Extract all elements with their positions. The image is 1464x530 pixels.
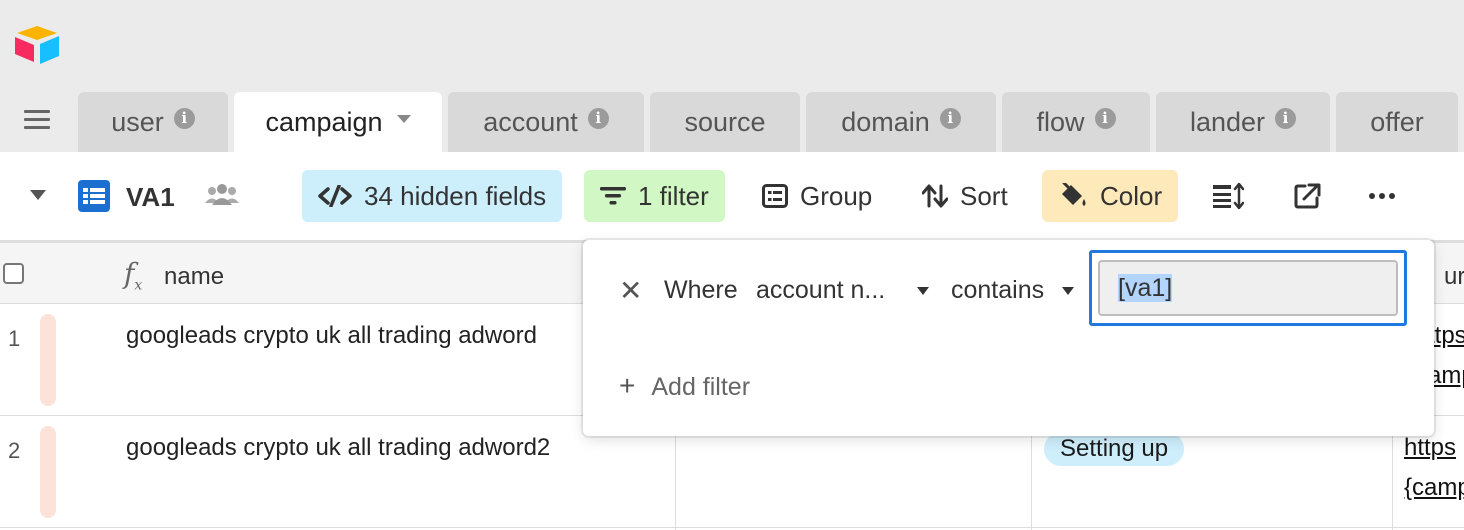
plus-icon: + — [619, 370, 636, 401]
group-label: Group — [800, 180, 873, 211]
hide-fields-icon — [318, 185, 352, 207]
view-name[interactable]: VA1 — [126, 182, 175, 213]
share-icon — [1294, 183, 1321, 209]
more-button[interactable] — [1352, 170, 1424, 222]
add-filter-button[interactable]: + Add filter — [619, 370, 750, 402]
grid-view-icon — [78, 180, 110, 212]
column-header-url[interactable]: ur — [1444, 263, 1464, 291]
filter-button[interactable]: 1 filter — [584, 170, 725, 222]
filter-label: 1 filter — [638, 180, 709, 211]
group-icon — [762, 184, 788, 208]
tab-user[interactable]: user i — [78, 92, 228, 152]
tab-source[interactable]: source — [650, 92, 800, 152]
row-height-icon — [1213, 183, 1244, 209]
column-header-name[interactable]: name — [164, 263, 224, 291]
group-button[interactable]: Group — [746, 170, 888, 222]
chevron-down-icon[interactable] — [30, 190, 46, 200]
people-icon[interactable] — [204, 183, 240, 207]
tab-label: account — [483, 106, 578, 137]
chevron-down-icon[interactable] — [396, 115, 411, 123]
hidden-fields-label: 34 hidden fields — [364, 180, 547, 211]
menu-icon[interactable] — [24, 110, 50, 132]
more-icon — [1369, 193, 1395, 199]
tab-campaign[interactable]: campaign — [234, 92, 442, 152]
row-color-bar — [40, 314, 56, 406]
filter-value-text: [va1] — [1118, 274, 1173, 302]
paint-bucket-icon — [1062, 183, 1086, 206]
color-button[interactable]: Color — [1042, 170, 1179, 222]
cell-url[interactable]: {camp — [1404, 474, 1464, 502]
cell-url[interactable]: https — [1404, 434, 1464, 462]
filter-value-focus-ring: [va1] — [1089, 250, 1407, 326]
cell-name[interactable]: googleads crypto uk all trading adword — [126, 322, 537, 350]
remove-filter-icon[interactable]: ✕ — [619, 274, 642, 307]
tab-domain[interactable]: domain i — [806, 92, 996, 152]
tab-label: source — [684, 106, 766, 137]
filter-where-label: Where — [664, 276, 738, 304]
sort-icon — [922, 184, 948, 208]
info-icon[interactable]: i — [173, 107, 195, 129]
add-filter-label: Add filter — [651, 373, 751, 401]
filter-operator-select[interactable]: contains — [951, 276, 1044, 305]
cell-name[interactable]: googleads crypto uk all trading adword2 — [126, 434, 550, 462]
filter-field-select[interactable]: account n... — [756, 276, 885, 305]
row-number: 1 — [8, 326, 21, 351]
tab-account[interactable]: account i — [448, 92, 644, 152]
filter-icon — [600, 187, 626, 205]
tab-flow[interactable]: flow i — [1002, 92, 1150, 152]
color-label: Color — [1100, 180, 1163, 211]
sort-button[interactable]: Sort — [906, 170, 1024, 222]
select-all-checkbox[interactable] — [3, 263, 24, 284]
view-toolbar: VA1 34 hidden fields 1 filter Group Sort… — [0, 152, 1464, 240]
sort-label: Sort — [960, 180, 1008, 211]
tab-label: domain — [841, 106, 930, 137]
hidden-fields-button[interactable]: 34 hidden fields — [302, 170, 563, 222]
info-icon[interactable]: i — [939, 107, 961, 129]
tab-label: flow — [1036, 106, 1085, 137]
info-icon[interactable]: i — [587, 107, 609, 129]
table-tabs: user i campaign account i source domain … — [0, 92, 1464, 152]
info-icon[interactable]: i — [1094, 107, 1116, 129]
tab-label: lander — [1189, 106, 1266, 137]
filter-value-input[interactable]: [va1] — [1098, 260, 1398, 316]
share-button[interactable] — [1278, 170, 1350, 222]
chevron-down-icon[interactable] — [917, 287, 929, 295]
airtable-logo-icon[interactable] — [13, 24, 61, 66]
formula-icon: fx — [124, 257, 143, 294]
tab-lander[interactable]: lander i — [1156, 92, 1330, 152]
tab-label: offer — [1370, 106, 1424, 137]
tab-label: campaign — [265, 106, 383, 137]
status-badge[interactable]: Setting up — [1044, 432, 1185, 466]
row-number: 2 — [8, 438, 21, 463]
chevron-down-icon[interactable] — [1062, 287, 1074, 295]
row-color-bar — [40, 426, 56, 518]
tab-offer[interactable]: offer — [1336, 92, 1458, 152]
tab-label: user — [111, 106, 164, 137]
filter-popup: ✕ Where account n... contains [va1] + Add… — [583, 240, 1434, 436]
info-icon[interactable]: i — [1275, 107, 1297, 129]
top-bar: user i campaign account i source domain … — [0, 0, 1464, 152]
row-height-button[interactable] — [1196, 170, 1272, 222]
